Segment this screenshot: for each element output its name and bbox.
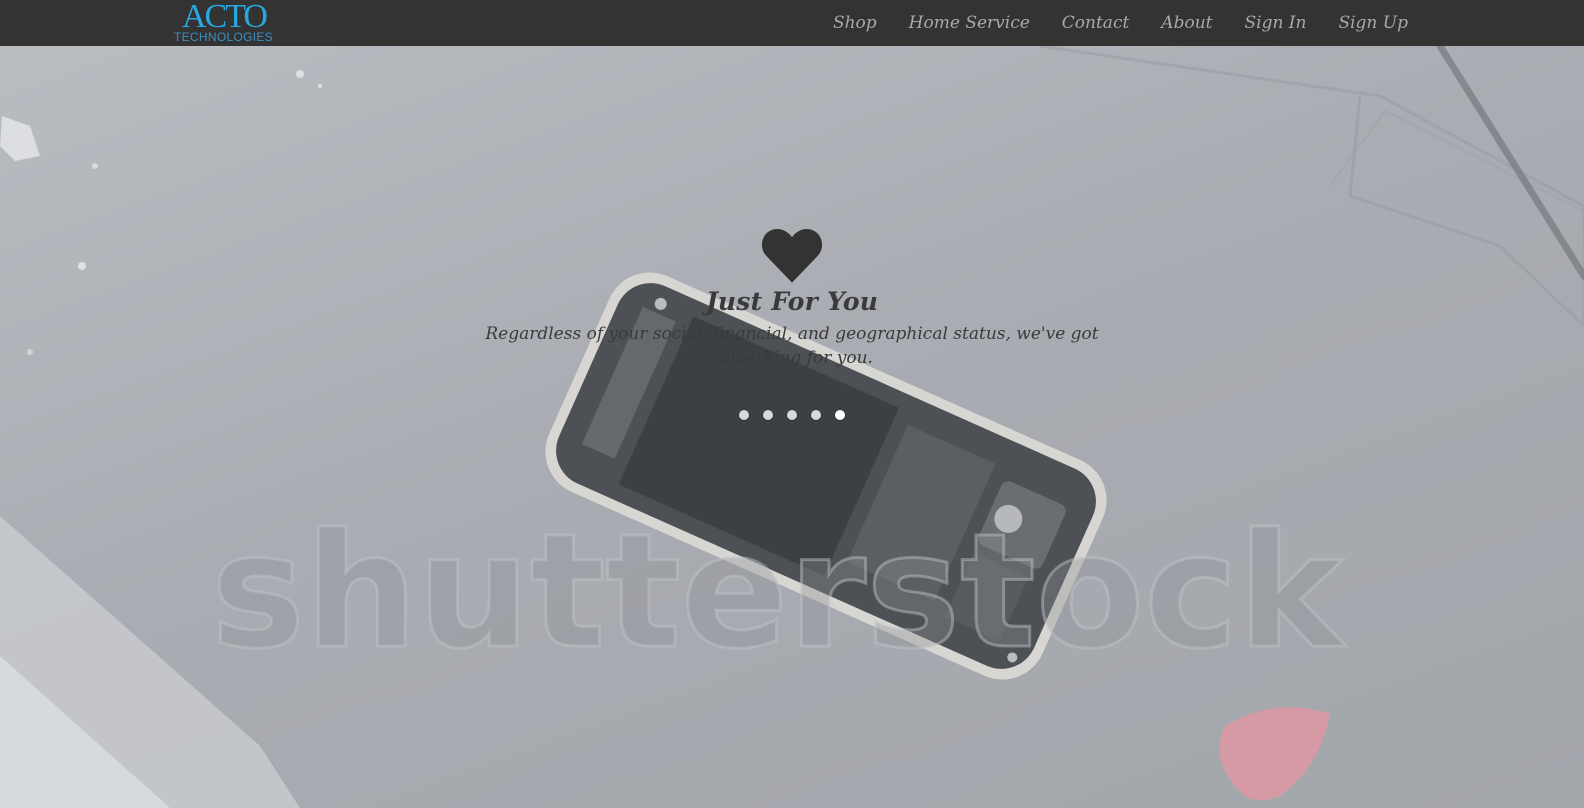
nav-link-shop[interactable]: Shop [833, 13, 877, 33]
carousel-dot-5[interactable] [835, 410, 845, 420]
logo-subtext: TECHNOLOGIES [174, 30, 273, 44]
carousel-dot-4[interactable] [811, 410, 821, 420]
carousel-dot-3[interactable] [787, 410, 797, 420]
hero-description: Regardless of your social, financial, an… [485, 324, 1099, 368]
brand-logo[interactable]: ACTO TECHNOLOGIES [174, 0, 274, 46]
heart-icon [761, 228, 823, 283]
watermark-text: shutterstock [211, 500, 1347, 684]
logo-mark: ACTO [182, 0, 268, 35]
hero-caption: Just For You Regardless of your social, … [400, 226, 1184, 370]
hero-background-image: shutterstock [0, 46, 1584, 808]
carousel-dot-1[interactable] [739, 410, 749, 420]
hero-title: Just For You [705, 287, 879, 316]
main-nav: Shop Home Service Contact About Sign In … [833, 0, 1408, 46]
nav-link-home-service[interactable]: Home Service [909, 13, 1030, 33]
nav-link-about[interactable]: About [1161, 13, 1212, 33]
top-navbar: ACTO TECHNOLOGIES Shop Home Service Cont… [0, 0, 1584, 46]
nav-link-contact[interactable]: Contact [1062, 13, 1130, 33]
nav-link-sign-up[interactable]: Sign Up [1338, 13, 1408, 33]
nav-link-sign-in[interactable]: Sign In [1244, 13, 1306, 33]
carousel-indicators [0, 410, 1584, 420]
carousel-dot-2[interactable] [763, 410, 773, 420]
hero-carousel: shutterstock Just For You Regardless of … [0, 46, 1584, 808]
